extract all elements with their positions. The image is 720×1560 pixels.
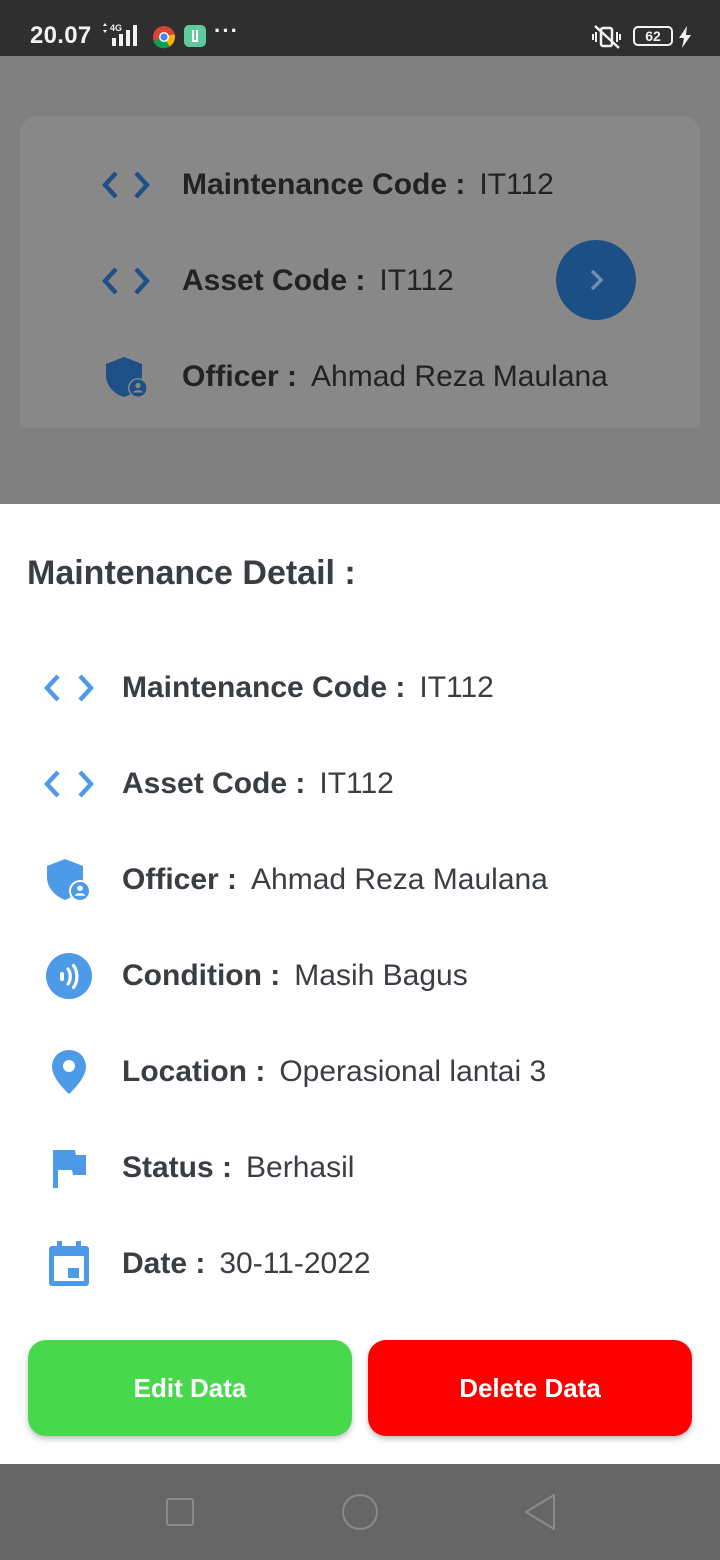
detail-value: Operasional lantai 3 — [279, 1055, 547, 1088]
detail-label: Officer : — [122, 863, 238, 896]
detail-value: Ahmad Reza Maulana — [251, 863, 548, 896]
detail-row-officer: Officer : Ahmad Reza Maulana — [42, 852, 548, 908]
detail-value: 30-11-2022 — [219, 1247, 371, 1280]
bg-label: Asset Code : — [182, 264, 366, 297]
maintenance-detail-sheet: Maintenance Detail : Maintenance Code : … — [0, 504, 720, 1464]
vibrate-off-icon — [592, 25, 621, 49]
detail-row-location: Location : Operasional lantai 3 — [42, 1044, 546, 1100]
detail-label: Maintenance Code : — [122, 671, 406, 704]
bg-row-asset-code: Asset Code : IT112 — [102, 256, 454, 306]
flag-icon — [42, 1140, 96, 1196]
charging-bolt-icon — [679, 26, 691, 48]
code-icon — [102, 160, 156, 210]
detail-row-maintenance-code: Maintenance Code : IT112 — [42, 660, 494, 716]
detail-label: Date : — [122, 1247, 206, 1280]
back-icon[interactable] — [520, 1492, 560, 1532]
detail-label: Asset Code : — [122, 767, 306, 800]
bg-row-officer: Officer : Ahmad Reza Maulana — [102, 352, 608, 402]
detail-value: IT112 — [319, 767, 394, 800]
detail-row-condition: Condition : Masih Bagus — [42, 948, 468, 1004]
detail-row-asset-code: Asset Code : IT112 — [42, 756, 394, 812]
bg-label: Maintenance Code : — [182, 168, 466, 201]
chevron-right-icon — [590, 269, 604, 291]
sheet-title: Maintenance Detail : — [27, 554, 356, 592]
open-detail-button[interactable] — [556, 240, 636, 320]
chrome-icon — [153, 26, 175, 49]
detail-value: Masih Bagus — [294, 959, 468, 992]
code-icon — [102, 256, 156, 306]
delete-data-button[interactable]: Delete Data — [368, 1340, 692, 1436]
system-navigation-bar — [0, 1464, 720, 1560]
admin-shield-icon — [42, 852, 96, 908]
detail-row-status: Status : Berhasil — [42, 1140, 354, 1196]
battery-indicator: 62 — [633, 26, 673, 46]
bg-value: IT112 — [479, 168, 554, 201]
detail-row-date: Date : 30-11-2022 — [42, 1236, 371, 1292]
detail-label: Condition : — [122, 959, 281, 992]
network-type-label: 4G — [110, 23, 122, 33]
app-notification-icon — [184, 25, 206, 47]
nfc-signal-icon — [42, 948, 96, 1004]
detail-label: Location : — [122, 1055, 266, 1088]
bg-value: IT112 — [379, 264, 454, 297]
home-icon[interactable] — [340, 1492, 380, 1532]
detail-label: Status : — [122, 1151, 233, 1184]
cellular-signal-icon: 4G — [103, 23, 137, 46]
location-pin-icon — [42, 1044, 96, 1100]
code-icon — [42, 660, 96, 716]
bg-row-maintenance-code: Maintenance Code : IT112 — [102, 160, 554, 210]
detail-value: IT112 — [419, 671, 494, 704]
bg-value: Ahmad Reza Maulana — [311, 360, 608, 393]
more-notifications-icon: ··· — [214, 18, 239, 43]
recent-apps-icon[interactable] — [160, 1492, 200, 1532]
bg-label: Officer : — [182, 360, 298, 393]
calendar-icon — [42, 1236, 96, 1292]
code-icon — [42, 756, 96, 812]
status-bar: 20.07 4G ··· 62 — [0, 0, 720, 56]
admin-shield-icon — [102, 352, 156, 402]
edit-data-button[interactable]: Edit Data — [28, 1340, 352, 1436]
detail-value: Berhasil — [246, 1151, 355, 1184]
status-time: 20.07 — [30, 22, 92, 49]
